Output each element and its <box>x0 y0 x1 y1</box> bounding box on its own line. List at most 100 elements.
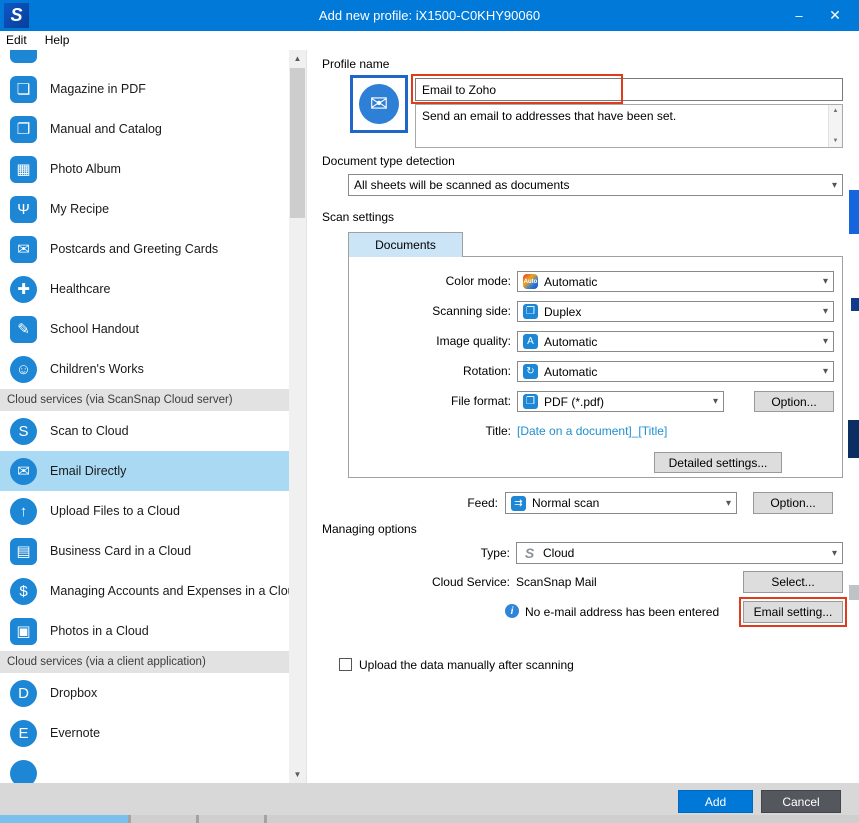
sidebar-section-cloud-server: Cloud services (via ScanSnap Cloud serve… <box>0 389 290 411</box>
title-label: Title: <box>349 421 511 442</box>
sidebar-item-postcards[interactable]: ✉ Postcards and Greeting Cards <box>0 229 290 269</box>
sidebar-item-scan-to-cloud[interactable]: S Scan to Cloud <box>0 411 290 451</box>
scanning-side-value: Duplex <box>544 305 581 319</box>
cloud-service-value: ScanSnap Mail <box>516 571 597 593</box>
sidebar-item-school-handout[interactable]: ✎ School Handout <box>0 309 290 349</box>
upload-manually-label[interactable]: Upload the data manually after scanning <box>359 657 574 673</box>
scroll-down-icon[interactable]: ▼ <box>289 766 306 783</box>
upload-arrow-icon: ↑ <box>10 498 37 525</box>
scanning-side-select[interactable]: ❐ Duplex ▾ <box>517 301 834 322</box>
sidebar-item-healthcare[interactable]: ✚ Healthcare <box>0 269 290 309</box>
chevron-down-icon: ▾ <box>713 396 718 407</box>
titlebar: S Add new profile: iX1500-C0KHY90060 – ✕ <box>0 0 859 31</box>
info-icon: i <box>505 604 519 618</box>
sidebar-item-evernote[interactable]: E Evernote <box>0 713 290 753</box>
document-type-select[interactable]: All sheets will be scanned as documents … <box>348 174 843 196</box>
sidebar-item-partial-bottom[interactable] <box>0 753 290 783</box>
background-artifact <box>851 298 859 311</box>
pdf-file-icon: ❒ <box>523 394 538 409</box>
rotation-select[interactable]: ↻ Automatic ▾ <box>517 361 834 382</box>
document-type-label: Document type detection <box>322 154 455 168</box>
recipe-icon: Ψ <box>10 196 37 223</box>
feed-select[interactable]: ⇉ Normal scan ▾ <box>505 492 737 514</box>
pencil-icon: ✎ <box>10 316 37 343</box>
background-artifact <box>849 585 859 600</box>
sidebar-scrollbar[interactable]: ▲ ▼ <box>289 50 306 783</box>
partial-icon <box>10 760 37 784</box>
sidebar-item-business-card-cloud[interactable]: ▤ Business Card in a Cloud <box>0 531 290 571</box>
tab-documents[interactable]: Documents <box>348 232 463 257</box>
sidebar-item-childrens-works[interactable]: ☺ Children's Works <box>0 349 290 389</box>
chevron-down-icon: ▾ <box>823 366 828 377</box>
background-artifact <box>0 815 128 823</box>
scroll-up-icon[interactable]: ▲ <box>289 50 306 67</box>
sidebar-item-photo-album[interactable]: ▦ Photo Album <box>0 149 290 189</box>
email-warning-text: No e-mail address has been entered <box>525 601 719 623</box>
image-quality-select[interactable]: A Automatic ▾ <box>517 331 834 352</box>
detailed-settings-button[interactable]: Detailed settings... <box>654 452 782 473</box>
file-format-option-button[interactable]: Option... <box>754 391 834 412</box>
feed-option-button[interactable]: Option... <box>753 492 833 514</box>
window-title: Add new profile: iX1500-C0KHY90060 <box>0 0 859 31</box>
type-select[interactable]: S Cloud ▾ <box>516 542 843 564</box>
sidebar-item-dropbox[interactable]: D Dropbox <box>0 673 290 713</box>
profile-description-text: Send an email to addresses that have bee… <box>422 109 676 123</box>
manual-icon: ❐ <box>10 116 37 143</box>
sidebar-item-managing-accounts-cloud[interactable]: $ Managing Accounts and Expenses in a Cl… <box>0 571 290 611</box>
file-format-label: File format: <box>349 391 511 412</box>
photos-icon: ▣ <box>10 618 37 645</box>
chevron-down-icon: ▾ <box>823 336 828 347</box>
sidebar-item-email-directly[interactable]: ✉ Email Directly <box>0 451 290 491</box>
feed-icon: ⇉ <box>511 496 526 511</box>
email-icon: ✉ <box>10 458 37 485</box>
background-artifact <box>848 420 859 458</box>
evernote-icon: E <box>10 720 37 747</box>
add-button[interactable]: Add <box>678 790 753 813</box>
menubar: Edit Help <box>0 31 859 50</box>
postcard-icon: ✉ <box>10 236 37 263</box>
accounts-icon: $ <box>10 578 37 605</box>
background-artifact <box>849 190 859 234</box>
sidebar-item-my-recipe[interactable]: Ψ My Recipe <box>0 189 290 229</box>
upload-manually-checkbox[interactable] <box>339 658 352 671</box>
photo-album-icon: ▦ <box>10 156 37 183</box>
cancel-button[interactable]: Cancel <box>761 790 841 813</box>
sidebar-item-magazine-in-pdf[interactable]: ❏ Magazine in PDF <box>0 69 290 109</box>
sidebar-item-manual-and-catalog[interactable]: ❐ Manual and Catalog <box>0 109 290 149</box>
file-format-select[interactable]: ❒ PDF (*.pdf) ▾ <box>517 391 724 412</box>
color-mode-value: Automatic <box>544 275 597 289</box>
color-mode-label: Color mode: <box>349 271 511 292</box>
partial-icon <box>10 50 37 63</box>
color-mode-select[interactable]: Auto Automatic ▾ <box>517 271 834 292</box>
cloud-icon: S <box>522 546 537 561</box>
profile-template-sidebar: ❏ Magazine in PDF ❐ Manual and Catalog ▦… <box>0 50 307 783</box>
title-format-value: [Date on a document]_[Title] <box>517 421 667 442</box>
select-service-button[interactable]: Select... <box>743 571 843 593</box>
sidebar-item-partial-top[interactable] <box>0 50 290 69</box>
sidebar-item-photos-in-cloud[interactable]: ▣ Photos in a Cloud <box>0 611 290 651</box>
scroll-up-icon[interactable]: ▲ <box>829 105 842 117</box>
profile-description-input[interactable]: Send an email to addresses that have bee… <box>415 104 843 148</box>
description-scrollbar[interactable]: ▲ ▼ <box>828 105 842 147</box>
type-value: Cloud <box>543 546 574 560</box>
scansnap-cloud-icon: S <box>10 418 37 445</box>
menu-edit[interactable]: Edit <box>0 31 36 50</box>
menu-help[interactable]: Help <box>36 31 79 50</box>
smiley-icon: ☺ <box>10 356 37 383</box>
magazine-icon: ❏ <box>10 76 37 103</box>
type-label: Type: <box>367 542 510 564</box>
email-setting-button[interactable]: Email setting... <box>743 601 843 623</box>
healthcare-cross-icon: ✚ <box>10 276 37 303</box>
add-new-profile-window: S Add new profile: iX1500-C0KHY90060 – ✕… <box>0 0 859 823</box>
document-type-value: All sheets will be scanned as documents <box>354 178 569 192</box>
sidebar-item-upload-files-cloud[interactable]: ↑ Upload Files to a Cloud <box>0 491 290 531</box>
minimize-button[interactable]: – <box>783 0 815 31</box>
image-quality-value: Automatic <box>544 335 597 349</box>
feed-value: Normal scan <box>532 496 599 510</box>
scroll-down-icon[interactable]: ▼ <box>829 135 842 147</box>
close-button[interactable]: ✕ <box>819 0 851 31</box>
managing-options-label: Managing options <box>322 522 417 536</box>
scrollbar-thumb[interactable] <box>290 68 305 218</box>
auto-color-icon: Auto <box>523 274 538 289</box>
profile-name-input[interactable] <box>415 78 843 101</box>
